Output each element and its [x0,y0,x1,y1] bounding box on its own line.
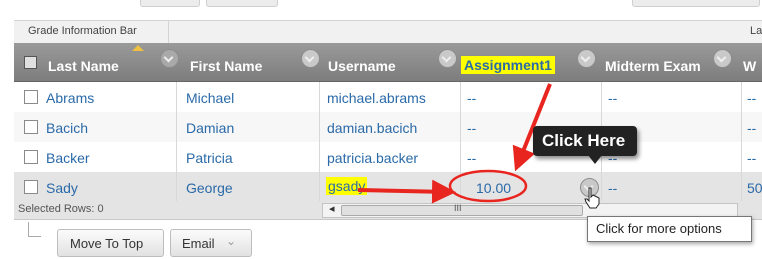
info-bar-right-text: La [750,25,762,37]
top-toolbar-tab[interactable] [140,0,200,7]
top-toolbar-tab[interactable] [632,0,760,7]
column-header-first-name[interactable]: First Name [186,43,336,81]
grid-header: Last Name First Name Username Assignment… [14,43,762,82]
scrollbar-thumb[interactable]: III [341,203,583,216]
chevron-down-icon[interactable] [438,49,457,68]
row-checkbox[interactable] [24,150,38,164]
more-options-tooltip: Click for more options [587,216,752,242]
row-checkbox[interactable] [24,180,38,194]
chevron-down-icon[interactable] [577,49,596,68]
selected-rows-label: Selected Rows: 0 [18,203,104,215]
table-row: Backer Patricia patricia.backer -- -- -- [14,142,762,173]
grade-center-window: Grade Information Bar La Last Name First… [0,0,762,259]
sort-ascending-icon [132,45,144,51]
row-checkbox[interactable] [24,90,38,104]
info-bar-divider [168,21,169,43]
email-button[interactable]: Email ⌄ [170,229,252,257]
table-row-selected: Sady George 10.00 -- 50 [14,172,762,203]
column-header-assignment1[interactable]: Assignment1 [460,43,600,81]
scroll-left-arrow-icon[interactable]: ◂ [329,202,335,215]
table-row: Abrams Michael michael.abrams -- -- -- [14,82,762,113]
column-header-username[interactable]: Username [326,43,466,81]
grade-information-bar: Grade Information Bar La [14,20,762,44]
column-header-last-name[interactable]: Last Name [36,43,196,81]
hand-cursor-icon [584,187,600,209]
actions-connector [28,222,41,237]
chevron-down-icon[interactable] [301,49,320,68]
column-header-midterm-exam[interactable]: Midterm Exam [601,43,751,81]
cell-username-highlighted[interactable]: gsady [326,177,368,195]
chevron-down-icon[interactable] [160,49,179,68]
chevron-down-icon: ⌄ [226,234,237,248]
column-header-w[interactable]: W [741,43,762,81]
grip-icon: III [454,203,462,213]
chevron-down-icon[interactable] [713,49,732,68]
top-toolbar-tab[interactable] [206,0,278,7]
info-bar-title: Grade Information Bar [28,25,137,37]
row-checkbox[interactable] [24,120,38,134]
move-to-top-button[interactable]: Move To Top [57,229,164,257]
callout-pointer [588,155,602,164]
click-here-callout: Click Here [533,126,637,156]
table-row: Bacich Damian damian.bacich -- -- -- [14,112,762,143]
